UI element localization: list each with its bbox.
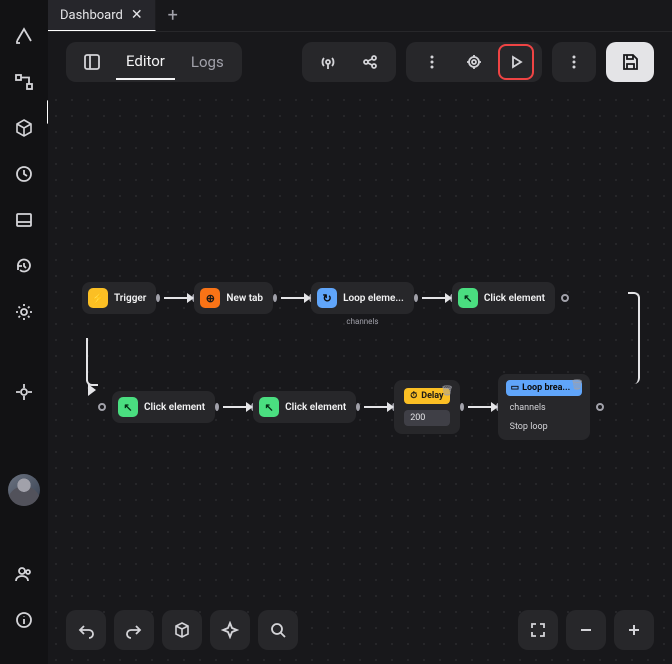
run-group bbox=[406, 42, 542, 82]
edge bbox=[468, 406, 492, 408]
share-group bbox=[302, 42, 396, 82]
undo-button[interactable] bbox=[66, 610, 106, 650]
tab-logs[interactable]: Logs bbox=[181, 44, 234, 80]
main-area: Dashboard ✕ + Editor Logs ⚡ bbox=[48, 0, 672, 664]
canvas[interactable]: ⚡ Trigger ⊕ New tab ↻ Loop eleme... chan… bbox=[48, 92, 672, 664]
node-loop[interactable]: ↻ Loop eleme... channels bbox=[311, 282, 414, 314]
flow-row-1: ⚡ Trigger ⊕ New tab ↻ Loop eleme... chan… bbox=[82, 282, 642, 314]
trash-icon[interactable]: 🗑 bbox=[571, 380, 584, 391]
port-out[interactable] bbox=[356, 403, 360, 411]
users-icon[interactable] bbox=[12, 562, 36, 586]
package-button[interactable] bbox=[162, 610, 202, 650]
clock-icon[interactable] bbox=[12, 162, 36, 186]
cursor-icon: ↖ bbox=[118, 397, 138, 417]
node-label: Click element bbox=[285, 402, 346, 413]
cursor-icon: ↖ bbox=[259, 397, 279, 417]
flow-icon[interactable] bbox=[12, 70, 36, 94]
edge bbox=[223, 406, 247, 408]
debug-icon[interactable] bbox=[456, 44, 492, 80]
edge bbox=[281, 297, 305, 299]
storage-icon[interactable] bbox=[12, 208, 36, 232]
zoom-out-button[interactable] bbox=[566, 610, 606, 650]
node-click-1[interactable]: ↖ Click element bbox=[452, 282, 555, 314]
node-label: Click element bbox=[484, 293, 545, 304]
target-icon[interactable] bbox=[12, 380, 36, 404]
edge-vertical-left bbox=[86, 338, 98, 386]
panel-toggle-icon[interactable] bbox=[74, 44, 110, 80]
port-in[interactable] bbox=[98, 403, 106, 411]
cursor-icon: ↖ bbox=[458, 288, 478, 308]
bolt-icon: ⚡ bbox=[88, 288, 108, 308]
loop-icon: ▭ bbox=[511, 383, 520, 393]
save-button[interactable] bbox=[606, 42, 654, 82]
node-click-2[interactable]: ↖ Click element bbox=[112, 391, 215, 423]
edge bbox=[164, 297, 188, 299]
zoom-in-button[interactable] bbox=[614, 610, 654, 650]
port-out[interactable] bbox=[273, 294, 277, 302]
redo-button[interactable] bbox=[114, 610, 154, 650]
logo-icon[interactable] bbox=[12, 24, 36, 48]
node-loop-break[interactable]: 🗑 ▭Loop brea... channels Stop loop bbox=[498, 374, 590, 440]
port-out[interactable] bbox=[460, 403, 464, 411]
node-label: Trigger bbox=[114, 293, 146, 304]
fullscreen-button[interactable] bbox=[518, 610, 558, 650]
more-icon[interactable] bbox=[414, 44, 450, 80]
node-trigger[interactable]: ⚡ Trigger bbox=[82, 282, 156, 314]
bottom-left-tools bbox=[66, 610, 298, 650]
run-button[interactable] bbox=[498, 44, 534, 80]
tab-dashboard[interactable]: Dashboard ✕ bbox=[48, 0, 156, 31]
loop-option-stop[interactable]: Stop loop bbox=[506, 420, 582, 434]
close-icon[interactable]: ✕ bbox=[131, 7, 143, 23]
tab-strip: Dashboard ✕ + bbox=[48, 0, 672, 32]
arrowhead-icon bbox=[88, 384, 96, 396]
share-icon[interactable] bbox=[352, 44, 388, 80]
port-out[interactable] bbox=[596, 403, 604, 411]
node-label: New tab bbox=[226, 293, 263, 304]
sparkle-button[interactable] bbox=[210, 610, 250, 650]
loop-option-channels[interactable]: channels bbox=[506, 401, 582, 415]
port-out[interactable] bbox=[561, 294, 569, 302]
menu-group bbox=[552, 42, 596, 82]
edge bbox=[422, 297, 446, 299]
broadcast-icon[interactable] bbox=[310, 44, 346, 80]
trash-icon[interactable]: 🗑 bbox=[441, 386, 454, 397]
globe-icon: ⊕ bbox=[200, 288, 220, 308]
tab-add-button[interactable]: + bbox=[156, 0, 190, 31]
settings-icon[interactable] bbox=[12, 300, 36, 324]
port-out[interactable] bbox=[215, 403, 219, 411]
history-icon[interactable] bbox=[12, 254, 36, 278]
node-delay[interactable]: 🗑 ⏱Delay 200 bbox=[394, 380, 459, 434]
edge bbox=[364, 406, 388, 408]
info-icon[interactable] bbox=[12, 608, 36, 632]
port-out[interactable] bbox=[156, 294, 160, 302]
loop-icon: ↻ bbox=[317, 288, 337, 308]
node-newtab[interactable]: ⊕ New tab bbox=[194, 282, 273, 314]
view-group: Editor Logs bbox=[66, 42, 242, 82]
toolbar: Editor Logs bbox=[48, 32, 672, 92]
search-button[interactable] bbox=[258, 610, 298, 650]
tab-label: Dashboard bbox=[60, 8, 123, 23]
left-rail bbox=[0, 0, 48, 664]
avatar[interactable] bbox=[8, 474, 40, 506]
node-sublabel: channels bbox=[346, 317, 378, 326]
node-label: Click element bbox=[144, 402, 205, 413]
timer-icon: ⏱ bbox=[410, 391, 417, 401]
bottom-right-tools bbox=[518, 610, 654, 650]
package-icon[interactable] bbox=[12, 116, 36, 140]
port-out[interactable] bbox=[414, 294, 418, 302]
node-label: Loop eleme... bbox=[343, 293, 404, 304]
tab-editor[interactable]: Editor bbox=[116, 44, 175, 80]
delay-value[interactable]: 200 bbox=[404, 410, 449, 426]
menu-icon[interactable] bbox=[556, 44, 592, 80]
edge-horizontal bbox=[88, 338, 640, 340]
flow-row-2: ↖ Click element ↖ Click element 🗑 ⏱Delay… bbox=[98, 374, 658, 440]
node-click-3[interactable]: ↖ Click element bbox=[253, 391, 356, 423]
